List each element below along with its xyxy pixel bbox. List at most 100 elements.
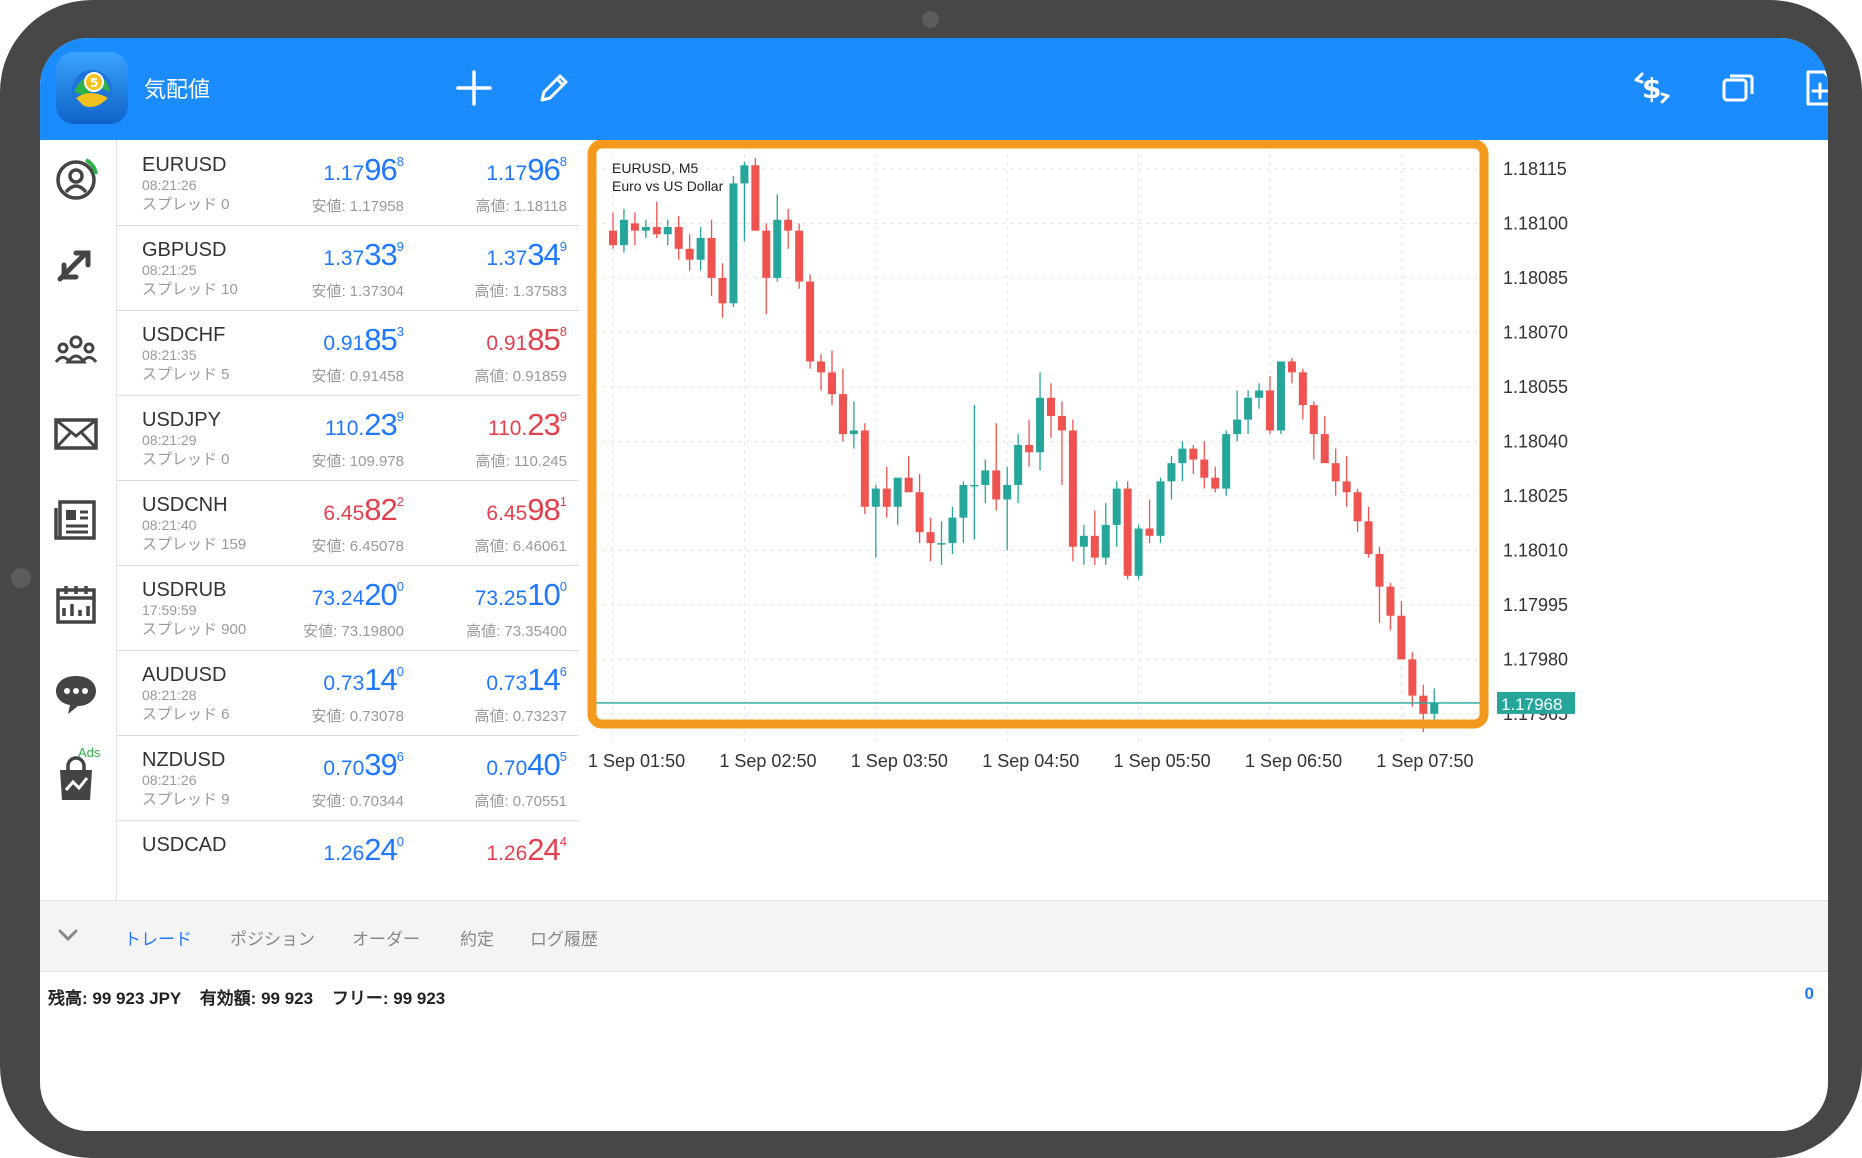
- candle-body: [1233, 419, 1242, 435]
- dollar-exchange-icon: $: [1634, 72, 1670, 105]
- quote-time: 08:21:29: [142, 432, 197, 448]
- candle-body: [707, 237, 716, 278]
- symbol-name: AUDUSD: [142, 664, 227, 686]
- tab-journal[interactable]: ログ履歴: [530, 925, 598, 950]
- new-order-button[interactable]: [1796, 66, 1828, 110]
- quote-time: 08:21:28: [142, 687, 197, 703]
- quote-row[interactable]: USDJPY 08:21:29 スプレッド 0 110.239 110.239 …: [117, 395, 579, 481]
- candle-body: [652, 227, 661, 235]
- top-bar: 5 気配値 $: [40, 38, 1828, 140]
- nav-market-button[interactable]: [46, 750, 106, 810]
- ask-price: 0.70405: [486, 747, 567, 782]
- candle-body: [696, 237, 705, 260]
- windows-button[interactable]: [1716, 66, 1760, 110]
- y-tick-label: 1.17980: [1503, 649, 1568, 669]
- candlestick-chart[interactable]: 1.18115 1.18100 1.18085 1.18070 1.18055 1.180…: [580, 139, 1828, 902]
- candle-body: [685, 248, 694, 260]
- low-price: 安値: 0.70344: [311, 793, 404, 810]
- quote-row[interactable]: USDRUB 17:59:59 スプレッド 900 73.24200 73.25…: [117, 565, 579, 651]
- collapse-button[interactable]: [50, 917, 86, 953]
- quote-row[interactable]: GBPUSD 08:21:25 スプレッド 10 1.37339 1.37349…: [117, 225, 579, 311]
- candle-body: [1134, 528, 1143, 576]
- edit-symbols-button[interactable]: [532, 66, 576, 110]
- candle-body: [1375, 553, 1384, 587]
- add-symbol-button[interactable]: [452, 66, 496, 110]
- candle-body: [948, 517, 957, 544]
- nav-community-button[interactable]: [46, 320, 106, 380]
- price-chart[interactable]: 1.18115 1.18100 1.18085 1.18070 1.18055 1.180…: [580, 139, 1828, 902]
- high-price: 高値: 110.245: [475, 453, 567, 470]
- y-tick-label: 1.18085: [1503, 268, 1568, 288]
- quote-spread: スプレッド 159: [142, 536, 247, 553]
- candle-body: [1123, 488, 1132, 576]
- bid-price: 1.17968: [323, 152, 404, 187]
- symbol-name: USDJPY: [142, 409, 221, 431]
- candle-body: [1298, 372, 1307, 406]
- quote-time: 08:21:40: [142, 517, 197, 533]
- candle-body: [663, 227, 672, 235]
- quote-time: 08:21:35: [142, 347, 197, 363]
- side-navigation: Ads: [40, 140, 117, 900]
- quote-spread: スプレッド 5: [142, 366, 230, 383]
- y-tick-label: 1.17995: [1503, 595, 1568, 615]
- nav-news-button[interactable]: [46, 490, 106, 550]
- candle-body: [970, 484, 979, 487]
- tab-trade[interactable]: トレード: [124, 925, 192, 950]
- quote-row[interactable]: NZDUSD 08:21:26 スプレッド 9 0.70396 0.70405 …: [117, 735, 579, 821]
- bid-price: 110.239: [324, 407, 404, 442]
- metatrader-logo-icon[interactable]: 5: [56, 52, 128, 124]
- high-price: 高値: 1.37583: [474, 283, 567, 300]
- quote-row[interactable]: EURUSD 08:21:26 スプレッド 0 1.17968 1.17968 …: [117, 140, 579, 226]
- candle-body: [992, 470, 1001, 500]
- symbol-name: NZDUSD: [142, 749, 226, 771]
- quote-row[interactable]: AUDUSD 08:21:28 スプレッド 6 0.73140 0.73146 …: [117, 650, 579, 736]
- low-price: 安値: 6.45078: [311, 538, 404, 555]
- terminal-tab-bar: トレード ポジション オーダー 約定 ログ履歴: [40, 900, 1828, 972]
- candle-body: [1079, 535, 1088, 547]
- balance-label: 残高:: [48, 989, 88, 1008]
- candle-body: [674, 227, 683, 249]
- candle-body: [784, 219, 793, 231]
- quote-spread: スプレッド 0: [142, 196, 230, 213]
- quote-row[interactable]: USDCAD 1.26240 1.26244: [117, 820, 579, 900]
- quote-row[interactable]: USDCHF 08:21:35 スプレッド 5 0.91853 0.91858 …: [117, 310, 579, 396]
- quote-time: 08:21:26: [142, 772, 197, 788]
- nav-calendar-button[interactable]: [46, 576, 106, 636]
- candle-body: [718, 277, 727, 304]
- candle-body: [1222, 434, 1231, 489]
- quote-spread: スプレッド 10: [142, 281, 238, 298]
- high-price: 高値: 0.91859: [474, 368, 567, 385]
- tab-deals[interactable]: 約定: [460, 925, 494, 950]
- tab-orders[interactable]: オーダー: [352, 925, 420, 950]
- candle-body: [1167, 463, 1176, 482]
- high-price: 高値: 0.70551: [474, 793, 567, 810]
- chevron-down-icon: [58, 929, 78, 942]
- nav-chat-button[interactable]: [46, 664, 106, 724]
- chart-subtitle: Euro vs US Dollar: [612, 178, 724, 194]
- candle-body: [1211, 477, 1220, 489]
- candle-body: [1331, 463, 1340, 482]
- ask-price: 1.26244: [486, 832, 567, 867]
- news-icon: [54, 500, 96, 540]
- quote-spread: スプレッド 9: [142, 791, 230, 808]
- tab-positions[interactable]: ポジション: [230, 925, 315, 950]
- quote-row[interactable]: USDCNH 08:21:40 スプレッド 159 6.45822 6.4598…: [117, 480, 579, 566]
- y-tick-label: 1.18040: [1503, 431, 1568, 451]
- trade-button[interactable]: $: [1630, 66, 1674, 110]
- low-price: 安値: 109.978: [311, 453, 404, 470]
- y-tick-label: 1.18115: [1503, 159, 1567, 179]
- nav-account-button[interactable]: [46, 150, 106, 210]
- symbol-name: USDCHF: [142, 324, 226, 346]
- ask-price: 0.73146: [486, 662, 567, 697]
- nav-trade-button[interactable]: [46, 235, 106, 295]
- candle-body: [959, 484, 968, 518]
- balance-value: 99 923 JPY: [92, 989, 181, 1008]
- candle-body: [871, 488, 880, 507]
- nav-mail-button[interactable]: [46, 404, 106, 464]
- new-document-icon: [1806, 70, 1828, 106]
- plus-icon: [456, 70, 492, 106]
- high-price: 高値: 6.46061: [474, 538, 567, 555]
- y-tick-label: 1.18070: [1503, 322, 1568, 342]
- candle-body: [1003, 484, 1012, 500]
- candle-body: [1178, 448, 1187, 464]
